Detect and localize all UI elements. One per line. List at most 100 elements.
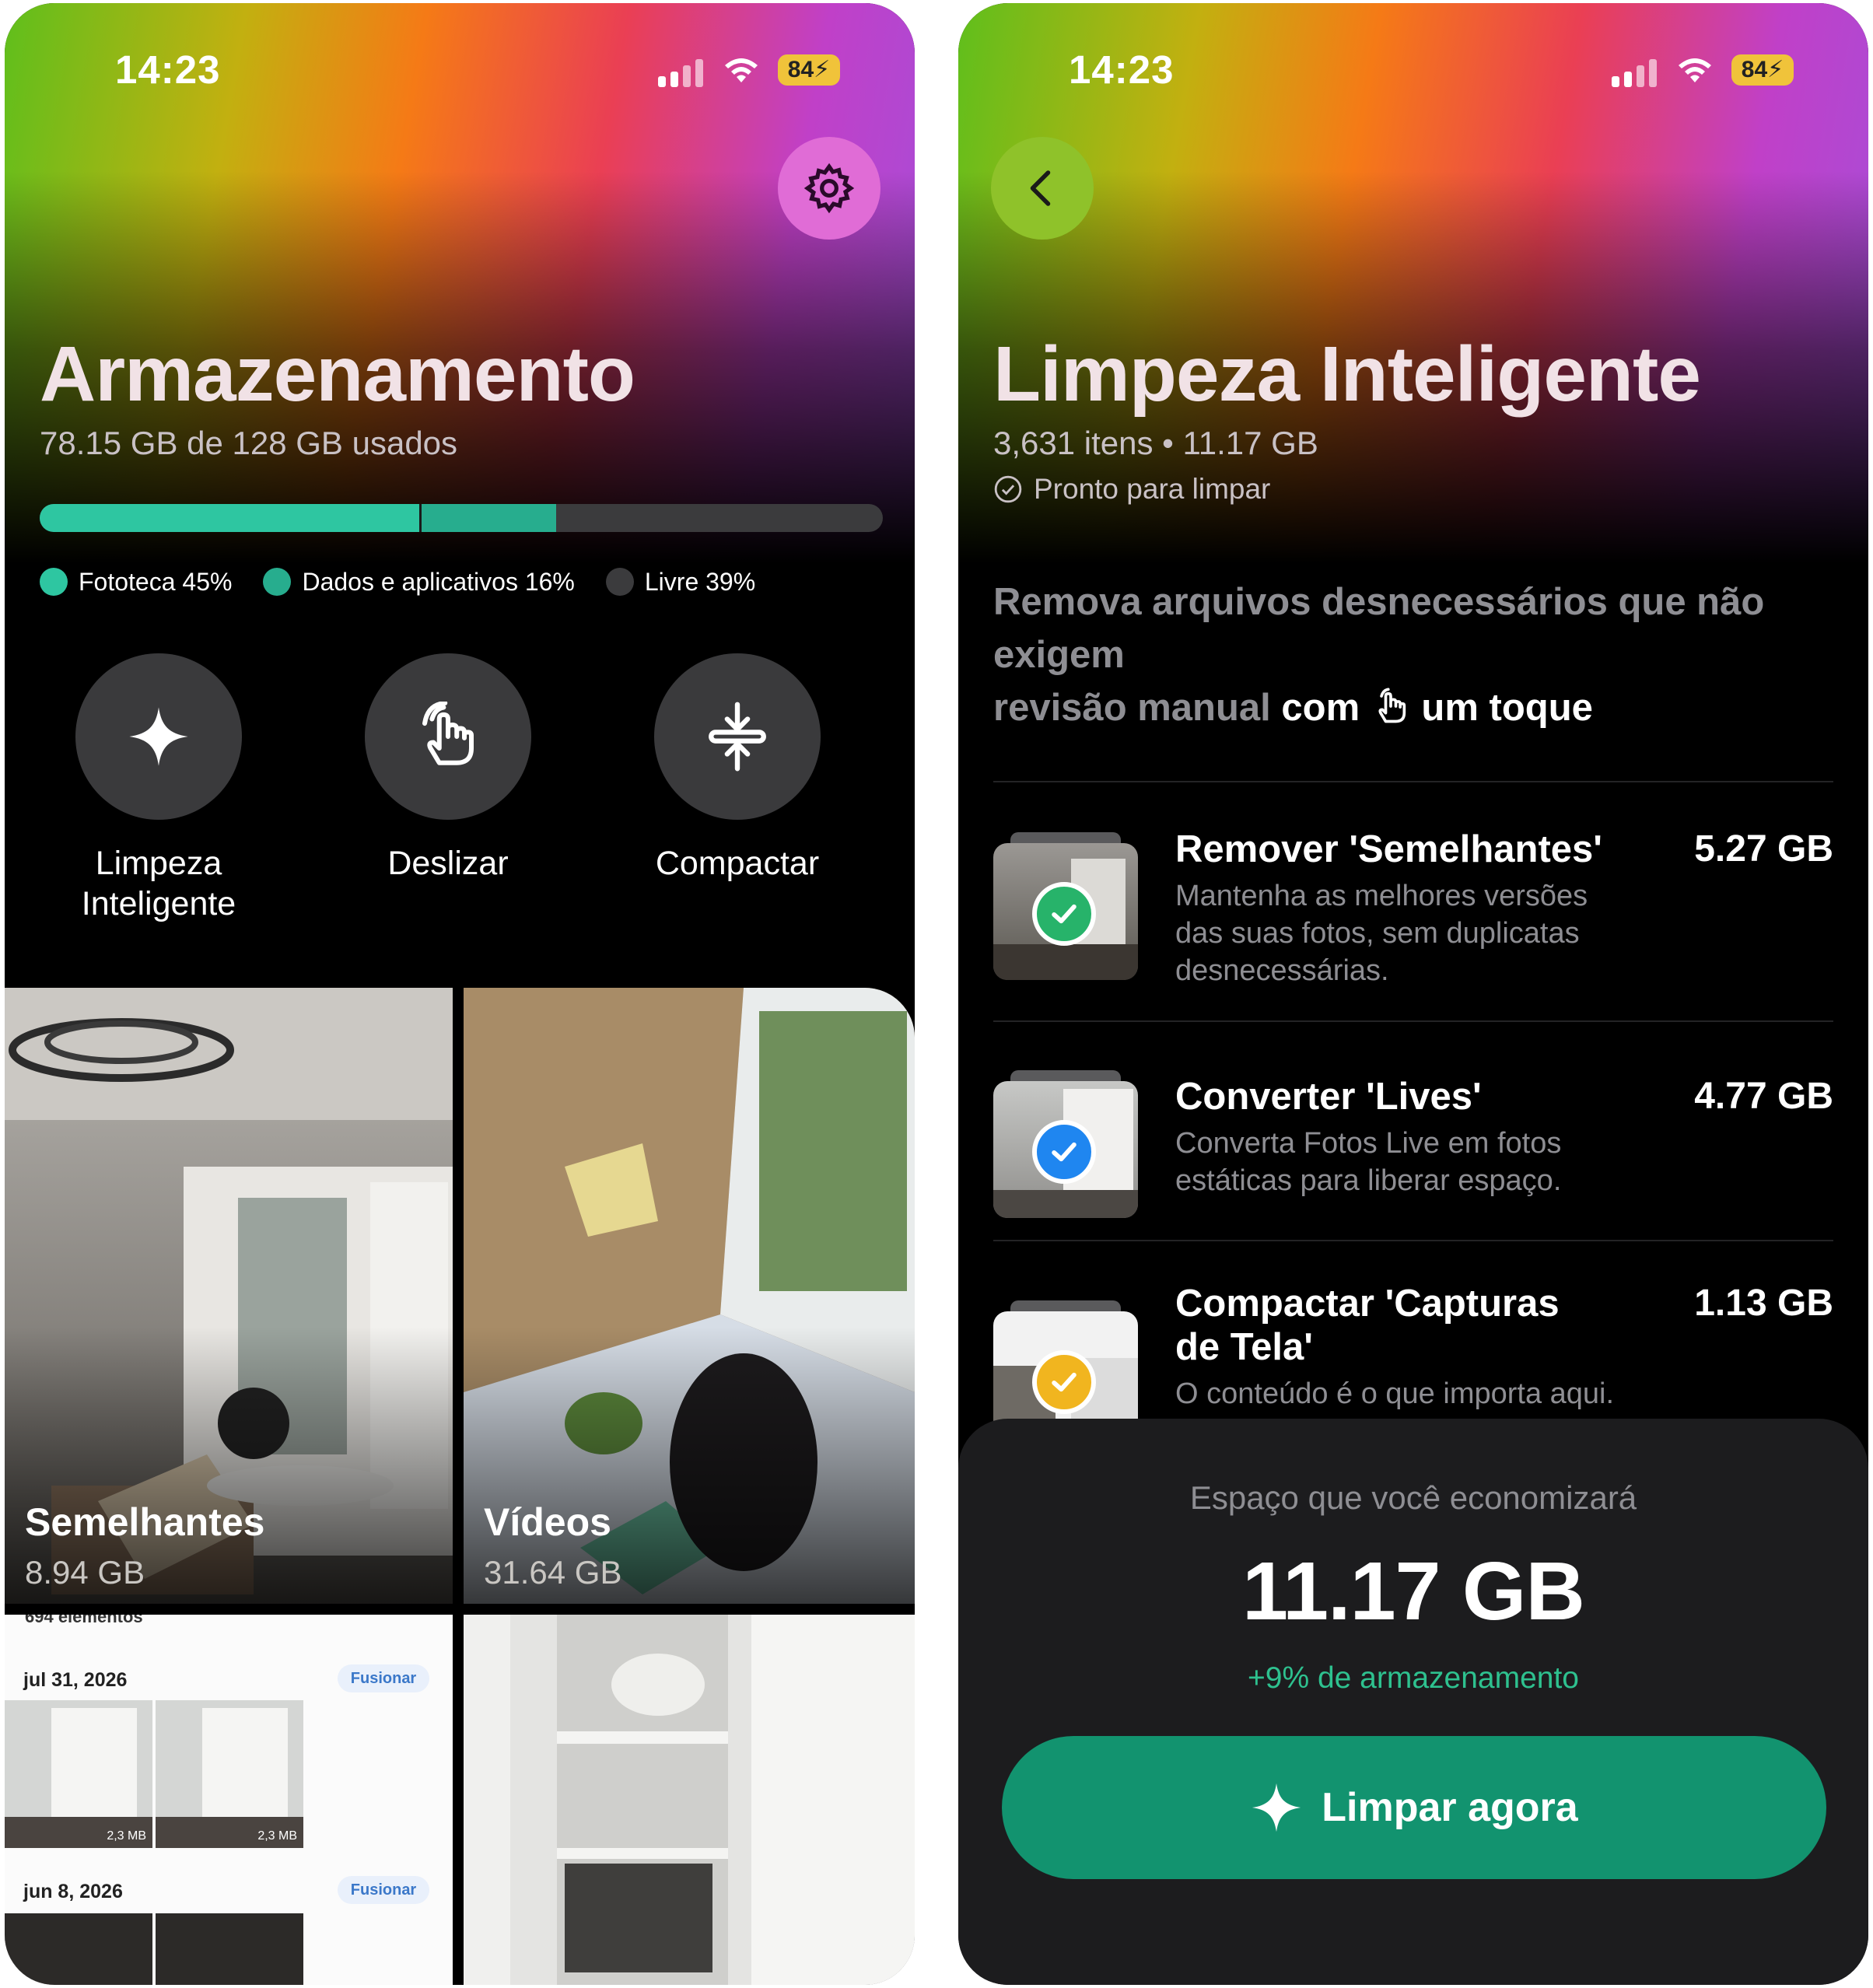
status-time: 14:23 xyxy=(1069,47,1175,92)
preview-thumb xyxy=(5,1913,152,1985)
action-label: Deslizar xyxy=(387,845,509,882)
page-title: Limpeza Inteligente xyxy=(993,331,1701,418)
storage-legend: Fototeca 45% Dados e aplicativos 16% Liv… xyxy=(40,565,786,599)
ready-status-text: Pronto para limpar xyxy=(1034,473,1271,505)
status-time: 14:23 xyxy=(115,47,221,92)
tile-label: Semelhantes xyxy=(25,1500,265,1544)
chevron-left-icon xyxy=(1030,170,1051,206)
preview-thumb: 2,3 MB xyxy=(5,1700,152,1848)
battery-level: 84 xyxy=(787,57,814,82)
storage-bar xyxy=(40,504,883,532)
storage-usage-text: 78.15 GB de 128 GB usados xyxy=(40,425,458,461)
legend-label: Dados e aplicativos 16% xyxy=(302,567,575,596)
preview-merge-button: Fusionar xyxy=(338,1876,429,1904)
wifi-icon xyxy=(1679,58,1711,82)
item-size: 1.13 GB xyxy=(1694,1283,1833,1324)
tile-label: Vídeos xyxy=(484,1500,611,1544)
preview-date: jun 8, 2026 xyxy=(23,1881,123,1902)
action-circle[interactable] xyxy=(365,653,531,820)
clean-item-lives[interactable]: Converter 'Lives' 4.77 GB Converta Fotos… xyxy=(993,1070,1833,1218)
hand-tap-icon xyxy=(422,702,474,765)
item-title: Remover 'Semelhantes' xyxy=(1175,828,1602,870)
item-thumbnail xyxy=(993,1070,1138,1218)
page-title: Armazenamento xyxy=(40,331,635,418)
savings-label: Espaço que você economizará xyxy=(1189,1479,1637,1516)
clean-now-button[interactable]: Limpar agora xyxy=(1002,1736,1826,1879)
intro-highlight: um toque xyxy=(1421,687,1593,729)
item-description: O conteúdo é o que importa aqui. xyxy=(1175,1377,1615,1410)
legend-dot xyxy=(263,568,292,596)
status-bar: 14:23 84⚡ xyxy=(5,3,915,135)
battery-level: 84 xyxy=(1741,57,1768,82)
action-swipe[interactable]: Deslizar xyxy=(331,653,565,884)
intro-highlight: com xyxy=(1281,687,1360,729)
legend-dot xyxy=(605,568,634,596)
legend-item-apps: Dados e aplicativos 16% xyxy=(263,567,575,597)
ready-status: Pronto para limpar xyxy=(993,473,1270,506)
savings-percent: +9% de armazenamento xyxy=(1247,1661,1579,1695)
tile-cupboard-photo[interactable] xyxy=(464,1615,915,1985)
tile-size: 31.64 GB xyxy=(484,1554,622,1591)
storage-segment-photos xyxy=(40,504,419,532)
divider xyxy=(993,1020,1833,1022)
action-circle[interactable] xyxy=(75,653,242,820)
tile-size: 8.94 GB xyxy=(25,1554,145,1591)
status-bar: 14:23 84⚡ xyxy=(958,3,1868,135)
item-size: 4.77 GB xyxy=(1694,1076,1833,1117)
clean-item-similar[interactable]: Remover 'Semelhantes' 5.27 GB Mantenha a… xyxy=(993,828,1833,987)
intro-text: Remova arquivos desnecessários que não e… xyxy=(993,576,1833,734)
item-title: Converter 'Lives' xyxy=(1175,1076,1482,1118)
sparkle-icon xyxy=(129,707,188,766)
check-badge[interactable] xyxy=(1032,1120,1096,1184)
hand-tap-icon xyxy=(1378,688,1406,723)
preview-thumb-size: 2,3 MB xyxy=(107,1829,146,1843)
preview-thumb xyxy=(156,1913,303,1985)
action-label: Limpeza Inteligente xyxy=(81,845,236,922)
action-compress[interactable]: Compactar xyxy=(621,653,854,884)
divider xyxy=(993,1240,1833,1241)
divider xyxy=(993,781,1833,782)
action-smart-clean[interactable]: Limpeza Inteligente xyxy=(42,653,275,924)
battery-icon: 84⚡ xyxy=(778,54,840,86)
tile-similar[interactable]: Semelhantes 8.94 GB xyxy=(5,988,453,1604)
items-summary: 3,631 itens • 11.17 GB xyxy=(993,425,1318,461)
action-circle[interactable] xyxy=(654,653,821,820)
signal-icon xyxy=(1612,59,1660,87)
smart-clean-screen: 14:23 84⚡ Limpeza Inteligente 3,631 iten… xyxy=(958,3,1868,1985)
savings-sheet: Espaço que você economizará 11.17 GB +9%… xyxy=(958,1419,1868,1985)
battery-icon: 84⚡ xyxy=(1731,54,1794,86)
back-button[interactable] xyxy=(991,137,1094,240)
check-badge[interactable] xyxy=(1032,882,1096,946)
preview-date: jul 31, 2026 xyxy=(23,1669,128,1691)
preview-merge-button: Fusionar xyxy=(338,1664,429,1692)
tile-videos[interactable]: Vídeos 31.64 GB xyxy=(464,988,915,1604)
preview-thumb: 2,3 MB xyxy=(156,1700,303,1848)
tile-preview-screenshot[interactable]: 694 elementos jul 31, 2026 Fusionar 2,3 … xyxy=(5,1615,453,1985)
legend-item-free: Livre 39% xyxy=(605,567,756,597)
legend-dot xyxy=(40,568,68,596)
gear-icon xyxy=(803,163,855,214)
sparkle-icon xyxy=(1252,1783,1301,1832)
media-grid: Semelhantes 8.94 GB Vídeos 31.64 GB 694 … xyxy=(5,988,915,1985)
clean-now-label: Limpar agora xyxy=(1322,1785,1578,1830)
intro-muted: Remova arquivos desnecessários que não e… xyxy=(993,581,1765,676)
quick-actions: Limpeza Inteligente Deslizar Compactar xyxy=(5,653,915,933)
preview-count: 694 elementos xyxy=(25,1615,143,1626)
action-label: Compactar xyxy=(655,845,820,882)
item-description: Converta Fotos Live em fotos estáticas p… xyxy=(1175,1127,1562,1197)
legend-label: Livre 39% xyxy=(644,567,756,596)
settings-button[interactable] xyxy=(778,137,880,240)
item-title: Compactar 'Capturas de Tela' xyxy=(1175,1283,1560,1368)
signal-icon xyxy=(658,59,706,87)
storage-screen: 14:23 84⚡ Armazenamento 78.15 GB de 128 … xyxy=(5,3,915,1985)
cupboard-photo xyxy=(464,1615,915,1985)
check-circle-icon xyxy=(994,475,1022,503)
check-badge[interactable] xyxy=(1032,1350,1096,1414)
legend-label: Fototeca 45% xyxy=(79,567,233,596)
compress-arrows-icon xyxy=(709,702,766,772)
clean-item-screenshots[interactable]: Compactar 'Capturas de Tela' 1.13 GB O c… xyxy=(993,1282,1833,1448)
savings-value: 11.17 GB xyxy=(1242,1545,1585,1637)
checkmark-icon xyxy=(1052,904,1077,924)
intro-muted: revisão manual xyxy=(993,687,1271,729)
storage-segment-apps xyxy=(418,504,557,532)
